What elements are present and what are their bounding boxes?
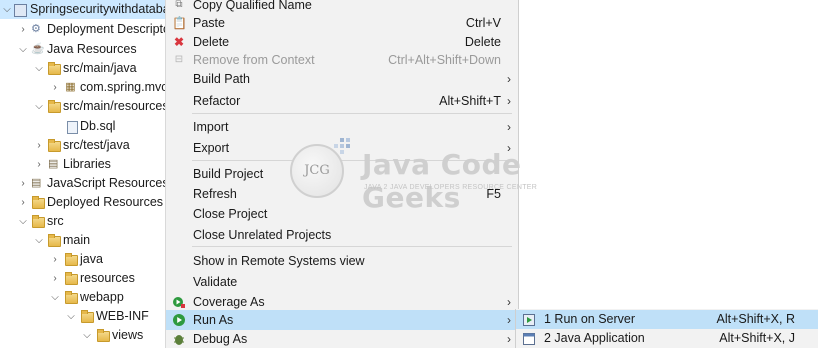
menu-item-validate[interactable]: Validate [166,272,518,292]
tree-item-label: Springsecuritywithdatabase [30,2,165,16]
javascript-resources-icon: ▤ [31,177,42,189]
menu-item-show-in-remote-systems[interactable]: Show in Remote Systems view [166,251,518,271]
chevron-right-icon[interactable]: › [18,174,28,193]
chevron-right-icon[interactable]: › [50,269,60,288]
run-as-submenu: 1 Run on Server Alt+Shift+X, R 2 Java Ap… [515,309,818,348]
package-icon: ▦ [65,81,76,93]
chevron-down-icon[interactable]: ⌵ [18,212,28,231]
chevron-down-icon[interactable]: ⌵ [66,307,76,326]
tree-item-label: JavaScript Resources [47,176,165,190]
tree-item-label: Libraries [63,157,111,171]
chevron-right-icon[interactable]: › [50,78,60,97]
folder-icon [81,310,94,323]
project-explorer-tree: ⌵ Springsecuritywithdatabase › ⚙ Deploym… [0,0,165,348]
menu-item-remove-from-context[interactable]: ⊟ Remove from Context Ctrl+Alt+Shift+Dow… [166,50,518,70]
tree-item-label: src/main/resources [63,99,165,113]
paste-icon: 📋 [172,16,187,30]
folder-icon [97,329,110,342]
tree-item-label: Db.sql [80,119,116,133]
java-resources-icon: ☕ [31,43,45,55]
run-icon [172,313,186,327]
deployment-descriptor-icon: ⚙ [31,23,41,35]
menu-item-delete[interactable]: ✖ Delete Delete [166,32,518,52]
chevron-right-icon: › [507,120,511,134]
tree-item-label: main [63,233,91,247]
folder-icon [32,215,45,228]
tree-item-label: com.spring.mvc [80,80,165,94]
tree-item-label: views [112,328,144,342]
chevron-down-icon[interactable]: ⌵ [34,97,44,116]
chevron-right-icon[interactable]: › [50,250,60,269]
deployed-resources-icon [32,196,45,209]
copy-qualified-name-icon: ⧉ [175,0,183,10]
chevron-right-icon[interactable]: › [34,136,44,155]
menu-item-close-unrelated-projects[interactable]: Close Unrelated Projects [166,225,518,245]
chevron-right-icon[interactable]: › [18,20,28,39]
chevron-right-icon: › [507,295,511,309]
source-folder-icon [48,100,61,113]
remove-from-context-icon: ⊟ [174,54,184,65]
chevron-right-icon: › [507,72,511,86]
tree-item-label: Java Resources [47,42,137,56]
tree-item-label: src/test/java [63,138,130,152]
debug-icon [172,332,186,346]
menu-item-debug-as[interactable]: Debug As › [166,329,518,348]
chevron-right-icon[interactable]: › [18,193,28,212]
menu-item-build-project[interactable]: Build Project [166,164,518,184]
menu-separator [192,113,512,114]
library-icon: ▤ [48,158,59,170]
menu-item-export[interactable]: Export › [166,138,518,158]
menu-item-build-path[interactable]: Build Path › [166,69,518,89]
chevron-right-icon: › [507,141,511,155]
menu-item-close-project[interactable]: Close Project [166,204,518,224]
coverage-icon [172,295,186,309]
java-application-icon [523,332,535,345]
delete-icon: ✖ [173,35,185,49]
tree-item-label: Deployed Resources [47,195,164,209]
menu-item-run-as[interactable]: Run As › [166,310,518,330]
context-menu: ⧉ Copy Qualified Name 📋 Paste Ctrl+V ✖ D… [165,0,519,348]
chevron-down-icon[interactable]: ⌵ [2,0,12,19]
file-icon [67,121,78,134]
chevron-right-icon[interactable]: › [34,155,44,174]
menu-item-refactor[interactable]: Refactor Alt+Shift+T › [166,91,518,111]
tree-item-label: src/main/java [63,61,137,75]
submenu-item-run-on-server[interactable]: 1 Run on Server Alt+Shift+X, R [516,310,818,329]
tree-item-label: WEB-INF [96,309,149,323]
folder-icon [65,253,78,266]
menu-item-coverage-as[interactable]: Coverage As › [166,292,518,312]
chevron-down-icon[interactable]: ⌵ [34,231,44,250]
chevron-down-icon[interactable]: ⌵ [34,59,44,78]
chevron-down-icon[interactable]: ⌵ [82,326,92,345]
tree-item-label: java [80,252,103,266]
chevron-down-icon[interactable]: ⌵ [50,288,60,307]
menu-item-refresh[interactable]: Refresh F5 [166,184,518,204]
source-folder-icon [48,62,61,75]
source-folder-icon [48,139,61,152]
tree-item-label: Deployment Descriptor [47,22,165,36]
chevron-down-icon[interactable]: ⌵ [18,40,28,59]
chevron-right-icon: › [507,332,511,346]
menu-item-paste[interactable]: 📋 Paste Ctrl+V [166,13,518,33]
tree-item-project[interactable]: ⌵ Springsecuritywithdatabase [0,0,165,19]
menu-separator [192,246,512,247]
folder-icon [65,272,78,285]
folder-icon [48,234,61,247]
tree-item-label: resources [80,271,135,285]
chevron-right-icon: › [507,313,511,327]
project-icon [14,4,27,17]
tree-item-label: src [47,214,64,228]
tree-item-label: webapp [80,290,124,304]
menu-item-import[interactable]: Import › [166,117,518,137]
submenu-item-java-application[interactable]: 2 Java Application Alt+Shift+X, J [516,329,818,348]
menu-separator [192,160,512,161]
run-on-server-icon [523,313,535,326]
folder-icon [65,291,78,304]
chevron-right-icon: › [507,94,511,108]
